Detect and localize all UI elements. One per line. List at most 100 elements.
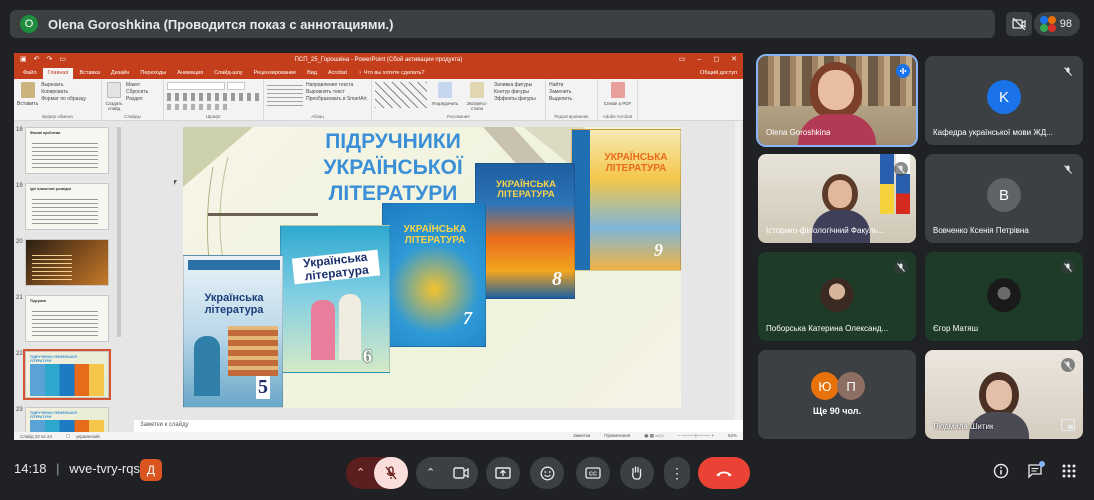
- slide-thumbnail-row[interactable]: 20: [14, 239, 114, 289]
- people-count-button[interactable]: 98: [1034, 12, 1080, 36]
- quick-styles-button[interactable]: Экспресс-стили: [463, 82, 491, 111]
- present-screen-button[interactable]: [486, 457, 520, 489]
- layout-button[interactable]: Макет: [126, 82, 148, 89]
- format-painter-button[interactable]: Формат по образцу: [41, 96, 86, 103]
- view-buttons[interactable]: ▣ ▦ ▭ ▷: [644, 433, 664, 439]
- reactions-button[interactable]: [530, 457, 564, 489]
- notes-toggle[interactable]: Заметки: [573, 433, 590, 439]
- new-slide-button[interactable]: Создать слайд: [105, 82, 123, 111]
- mic-options-chevron-icon[interactable]: ⌃: [356, 466, 365, 479]
- slide-vertical-scrollbar[interactable]: [735, 121, 741, 420]
- create-pdf-button[interactable]: Create a PDF: [601, 82, 634, 106]
- replace-button[interactable]: Заменить: [549, 89, 594, 96]
- participant-tile-olena-goroshkina[interactable]: Olena Goroshkina: [756, 54, 918, 147]
- meeting-details-button[interactable]: [990, 460, 1012, 482]
- current-slide[interactable]: ПІДРУЧНИКИ УКРАЇНСЬКОЇ ЛІТЕРАТУРИ УКРАЇН…: [183, 127, 681, 408]
- minimize-icon[interactable]: –: [697, 53, 701, 67]
- font-format-buttons[interactable]: [167, 93, 260, 101]
- slide-thumbnail[interactable]: [25, 239, 109, 286]
- book-5-title: Українська література: [204, 292, 264, 316]
- camera-off-button[interactable]: [1006, 12, 1032, 36]
- slide-thumbnail[interactable]: Ідеї плакатних розвідок: [25, 183, 109, 230]
- maximize-icon[interactable]: ◻: [713, 53, 719, 67]
- presentation-banner: O Olena Goroshkina (Проводится показ с а…: [10, 10, 995, 38]
- share-button[interactable]: Общий доступ: [700, 68, 737, 79]
- chat-button[interactable]: [1024, 460, 1046, 482]
- undo-icon[interactable]: ↶: [34, 53, 40, 67]
- ribbon-tab[interactable]: Файл: [18, 68, 42, 79]
- shapes-gallery[interactable]: [375, 82, 427, 108]
- ribbon-tab[interactable]: Слайд-шоу: [209, 68, 248, 79]
- shape-fill-button[interactable]: Заливка фигуры: [494, 82, 536, 89]
- ribbon-tab[interactable]: Вставка: [74, 68, 104, 79]
- pip-icon[interactable]: [1061, 419, 1075, 431]
- slide-thumbnail-number: 21: [16, 295, 23, 301]
- raise-hand-button[interactable]: [620, 457, 654, 489]
- present-icon[interactable]: ▭: [59, 53, 66, 67]
- section-button[interactable]: Раздел: [126, 96, 148, 103]
- font-color-buttons[interactable]: [167, 104, 227, 110]
- paragraph-format-buttons[interactable]: [267, 82, 303, 106]
- ribbon-tab[interactable]: Главная: [42, 68, 74, 79]
- ribbon-tab[interactable]: Анимация: [172, 68, 208, 79]
- slide-thumbnail[interactable]: Фахові проблеми: [25, 127, 109, 174]
- activities-button[interactable]: [1058, 460, 1080, 482]
- meeting-code[interactable]: wve-tvry-rqs: [69, 461, 140, 476]
- font-family-select[interactable]: [167, 82, 225, 90]
- align-text-button[interactable]: Выровнять текст: [306, 89, 367, 96]
- cut-button[interactable]: Вырезать: [41, 82, 86, 89]
- comments-toggle[interactable]: Примечания: [604, 433, 630, 439]
- ribbon-tab[interactable]: Переходы: [135, 68, 171, 79]
- ribbon-options-icon[interactable]: ▭: [679, 53, 686, 67]
- mic-toggle-button[interactable]: [374, 457, 408, 489]
- mic-off-icon: [1061, 64, 1075, 78]
- ribbon-tab[interactable]: Рецензирование: [249, 68, 301, 79]
- text-direction-button[interactable]: Направление текста: [306, 82, 367, 89]
- participant-tile-poborska[interactable]: Поборська Катерина Олександ...: [758, 252, 916, 341]
- participant-tile-yehor-matyash[interactable]: Єгор Матяш: [925, 252, 1083, 341]
- notes-pane[interactable]: Заметки к слайду: [134, 420, 743, 432]
- select-button[interactable]: Выделить: [549, 96, 594, 103]
- thumbnails-scrollbar[interactable]: [117, 127, 121, 337]
- slide-thumbnail[interactable]: Підсумки: [25, 295, 109, 342]
- leave-call-button[interactable]: [698, 457, 750, 489]
- more-options-button[interactable]: ⋮: [664, 457, 690, 489]
- participant-tile-liudmyla-shytyk[interactable]: Людмила Шитик: [925, 350, 1083, 439]
- save-icon[interactable]: ▣: [20, 53, 27, 67]
- spellcheck-icon[interactable]: ▢: [66, 433, 70, 439]
- slide-thumbnail-row[interactable]: 18 Фахові проблеми: [14, 127, 114, 177]
- ribbon-tab[interactable]: ♀ Что вы хотите сделать?: [353, 68, 429, 79]
- arrange-button[interactable]: Упорядочить: [430, 82, 460, 111]
- paste-button[interactable]: Вставить: [17, 82, 38, 107]
- close-icon[interactable]: ✕: [731, 53, 737, 67]
- find-button[interactable]: Найти: [549, 82, 594, 89]
- camera-toggle-button[interactable]: [444, 457, 478, 489]
- slide-thumbnail-row[interactable]: 22 ПІДРУЧНИКИ УКРАЇНСЬКОЇ ЛІТЕРАТУРИ: [14, 349, 114, 401]
- ribbon-tab[interactable]: Acrobat: [323, 68, 352, 79]
- slide-thumbnail[interactable]: ПІДРУЧНИКИ УКРАЇНСЬКОЇ ЛІТЕРАТУРИ: [23, 349, 111, 400]
- more-vert-icon: ⋮: [670, 465, 684, 481]
- slide-thumbnail-title: Фахові проблеми: [30, 131, 61, 135]
- zoom-slider[interactable]: – ———|——— +: [678, 433, 714, 439]
- font-size-select[interactable]: [227, 82, 245, 90]
- slide-thumbnail-row[interactable]: 21 Підсумки: [14, 295, 114, 345]
- slide-count: Слайд 22 из 24: [20, 433, 52, 439]
- participant-tile-kafedra[interactable]: K Кафедра української мови ЖД...: [925, 56, 1083, 145]
- redo-icon[interactable]: ↷: [47, 53, 53, 67]
- slide-thumbnail-row[interactable]: 19 Ідеї плакатних розвідок: [14, 183, 114, 233]
- captions-button[interactable]: CC: [576, 457, 610, 489]
- reset-button[interactable]: Сбросить: [126, 89, 148, 96]
- zoom-level[interactable]: 62%: [728, 433, 737, 439]
- shape-outline-button[interactable]: Контур фигуры: [494, 89, 536, 96]
- shape-effects-button[interactable]: Эффекты фигуры: [494, 96, 536, 103]
- participant-tile-vovchenko[interactable]: B Вовченко Ксенія Петрівна: [925, 154, 1083, 243]
- language[interactable]: украинский: [76, 434, 99, 439]
- participant-tile-istoryko-filolohichnyi[interactable]: Історико-філологічний Факуль...: [758, 154, 916, 243]
- ribbon-tab[interactable]: Вид: [302, 68, 322, 79]
- ribbon-tab[interactable]: Дизайн: [106, 68, 135, 79]
- convert-smartart-button[interactable]: Преобразовать в SmartArt: [306, 96, 367, 103]
- camera-options-chevron-icon[interactable]: ⌃: [426, 466, 435, 479]
- more-participants-tile[interactable]: Ю П Ще 90 чол.: [758, 350, 916, 439]
- activity-badge[interactable]: Д: [140, 459, 162, 481]
- copy-button[interactable]: Копировать: [41, 89, 86, 96]
